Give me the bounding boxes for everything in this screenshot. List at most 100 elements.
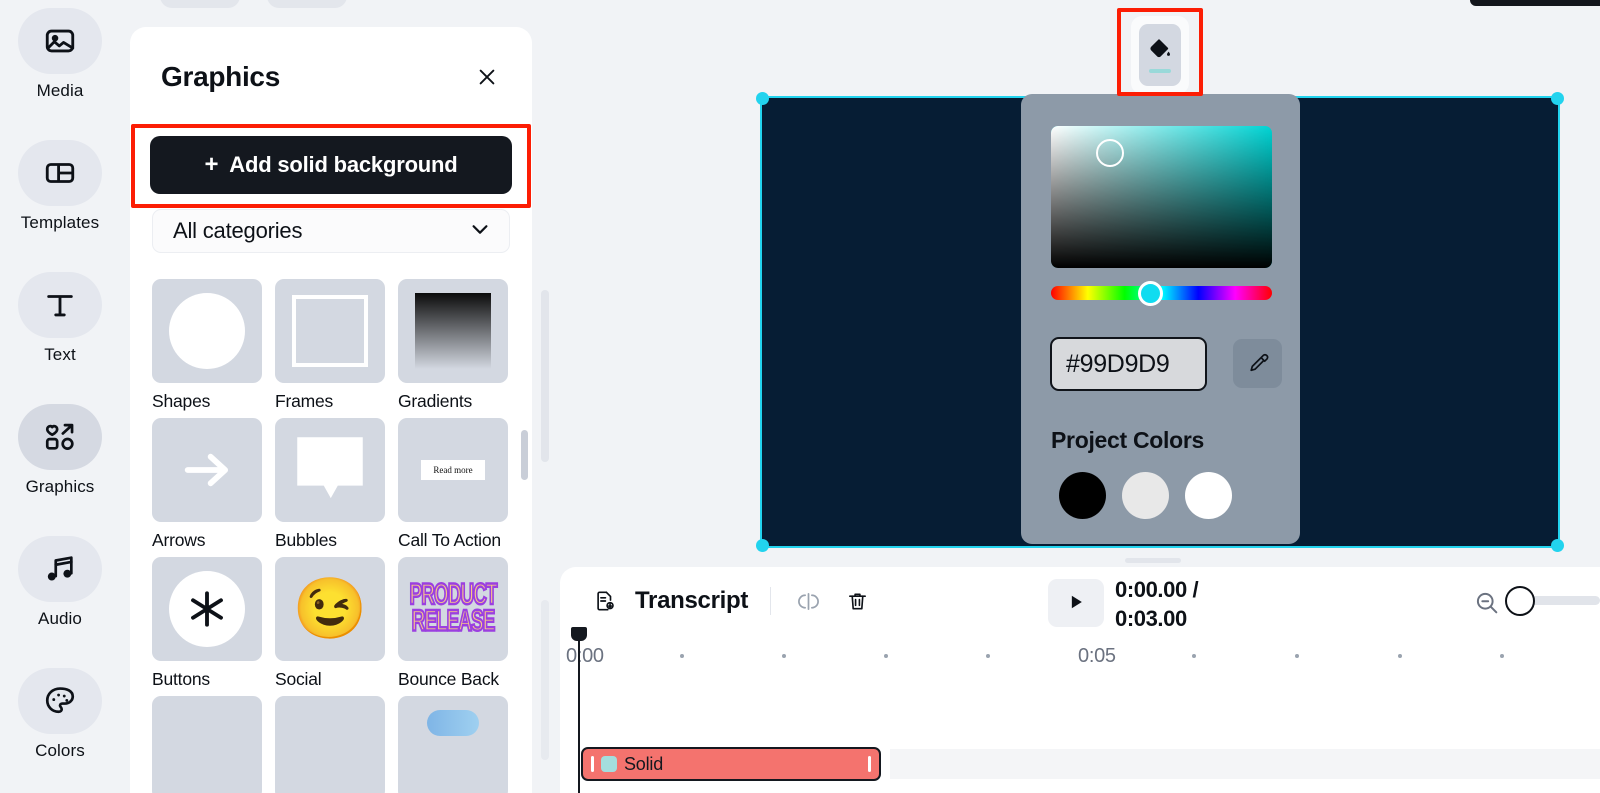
zoom-out-icon[interactable]	[1473, 589, 1501, 617]
clip-handle-right[interactable]	[868, 756, 871, 772]
clip-handle-left[interactable]	[591, 756, 594, 772]
ruler-tick	[986, 654, 990, 658]
selection-handle-tr[interactable]	[1551, 92, 1564, 105]
graphics-tile[interactable]: Shapes	[152, 279, 262, 412]
tile-art-line-1: PRODUCT	[409, 578, 499, 612]
graphics-tile[interactable]	[398, 696, 508, 793]
close-icon[interactable]	[472, 62, 502, 92]
hue-slider-handle[interactable]	[1138, 281, 1163, 306]
tile-thumb-call-to-action: Read more	[398, 418, 508, 522]
clip-color-swatch	[601, 756, 617, 772]
split-clip-icon[interactable]	[793, 586, 823, 616]
graphics-tile[interactable]	[275, 696, 385, 793]
category-value: All categories	[173, 218, 303, 243]
ruler-label: 0:05	[1078, 645, 1116, 667]
current-time: 0:00.00 /	[1115, 577, 1199, 602]
time-display: 0:00.00 / 0:03.00	[1115, 575, 1245, 633]
graphics-tile[interactable]	[152, 696, 262, 793]
selection-handle-br[interactable]	[1551, 539, 1564, 552]
sidebar-item-label: Graphics	[25, 477, 95, 496]
video-editor-app: Media Templates Text Graphics Audio Colo…	[0, 0, 1600, 793]
tile-label: Bubbles	[275, 530, 337, 550]
chevron-down-icon	[469, 218, 491, 245]
sidebar-item-media[interactable]: Media	[0, 8, 120, 101]
tile-thumb-partial	[398, 696, 508, 793]
timeline-track-background	[890, 749, 1600, 779]
project-color-swatch-2[interactable]	[1122, 472, 1169, 519]
panel-header: Graphics	[130, 27, 532, 93]
ruler-tick	[1192, 654, 1196, 658]
color-picker-popover: Project Colors	[1021, 94, 1300, 544]
tile-label: Call To Action	[398, 530, 501, 550]
selection-handle-bl[interactable]	[756, 539, 769, 552]
eyedropper-icon[interactable]	[1233, 339, 1282, 388]
sidebar-item-label: Audio	[38, 609, 82, 628]
ruler-tick	[1295, 654, 1299, 658]
graphics-tile[interactable]: PRODUCT RELEASE Bounce Back	[398, 557, 508, 690]
add-solid-background-label: Add solid background	[229, 152, 458, 177]
divider	[770, 587, 772, 615]
play-button[interactable]	[1048, 579, 1104, 627]
tile-label: Arrows	[152, 530, 206, 550]
text-t-icon	[18, 272, 102, 338]
sidebar-item-label: Media	[36, 81, 84, 100]
sidebar-item-text[interactable]: Text	[0, 272, 120, 365]
tile-art-line-2: RELEASE	[411, 605, 496, 639]
sidebar-item-label: Text	[44, 345, 76, 364]
layout-icon	[18, 140, 102, 206]
graphics-tile[interactable]: Frames	[275, 279, 385, 412]
left-rail: Media Templates Text Graphics Audio Colo…	[0, 0, 120, 793]
tile-art-text: Read more	[421, 460, 485, 480]
fill-color-button[interactable]	[1139, 24, 1181, 86]
timeline-ruler[interactable]: 0:00 0:05	[560, 635, 1600, 669]
add-solid-background-button[interactable]: + Add solid background	[150, 136, 512, 194]
trash-icon[interactable]	[842, 586, 872, 616]
music-note-icon	[18, 536, 102, 602]
ruler-tick	[680, 654, 684, 658]
graphics-tile[interactable]: Read more Call To Action	[398, 418, 508, 551]
selection-handle-tl[interactable]	[756, 92, 769, 105]
page-title: Graphics	[161, 61, 280, 92]
tile-art-emoji: 😉	[292, 575, 368, 642]
sidebar-item-graphics[interactable]: Graphics	[0, 404, 120, 497]
total-time: 0:03.00	[1115, 606, 1187, 631]
outer-scrollbar-bottom[interactable]	[541, 600, 549, 760]
project-color-swatch-1[interactable]	[1059, 472, 1106, 519]
timeline-resize-grip[interactable]	[1125, 558, 1181, 563]
palette-icon	[18, 668, 102, 734]
outer-scrollbar-top[interactable]	[541, 290, 549, 462]
zoom-slider-handle[interactable]	[1505, 586, 1535, 616]
graphics-tile[interactable]: Arrows	[152, 418, 262, 551]
project-colors-swatches	[1059, 472, 1232, 519]
tile-thumb-partial	[275, 696, 385, 793]
tile-thumb-bounce-back: PRODUCT RELEASE	[398, 557, 508, 661]
tile-thumb-social: 😉	[275, 557, 385, 661]
graphics-tile[interactable]: Bubbles	[275, 418, 385, 551]
top-chip-1	[160, 0, 240, 8]
hex-color-input[interactable]	[1050, 337, 1207, 391]
sidebar-item-colors[interactable]: Colors	[0, 668, 120, 761]
sv-selector-handle[interactable]	[1096, 139, 1124, 167]
graphics-tile[interactable]: 😉 Social	[275, 557, 385, 690]
paint-bucket-icon	[1148, 37, 1172, 66]
image-icon	[18, 8, 102, 74]
saturation-value-area[interactable]	[1051, 126, 1272, 268]
ruler-tick	[782, 654, 786, 658]
graphics-tile[interactable]: Gradients	[398, 279, 508, 412]
timeline-title: Transcript	[635, 587, 749, 614]
sidebar-item-label: Colors	[35, 741, 85, 760]
project-color-swatch-3[interactable]	[1185, 472, 1232, 519]
tile-thumb-frames	[275, 279, 385, 383]
ruler-label: 0:00	[566, 645, 604, 667]
tile-label: Social	[275, 669, 322, 689]
sidebar-item-label: Templates	[20, 213, 100, 232]
sidebar-item-audio[interactable]: Audio	[0, 536, 120, 629]
tile-thumb-arrows	[152, 418, 262, 522]
sidebar-item-templates[interactable]: Templates	[0, 140, 120, 233]
graphics-tile[interactable]: Buttons	[152, 557, 262, 690]
tile-label: Frames	[275, 391, 334, 411]
tile-label: Bounce Back	[398, 669, 499, 689]
panel-scrollbar[interactable]	[521, 430, 528, 480]
timeline-clip-solid[interactable]: Solid	[581, 747, 881, 781]
category-dropdown[interactable]: All categories	[152, 209, 510, 253]
